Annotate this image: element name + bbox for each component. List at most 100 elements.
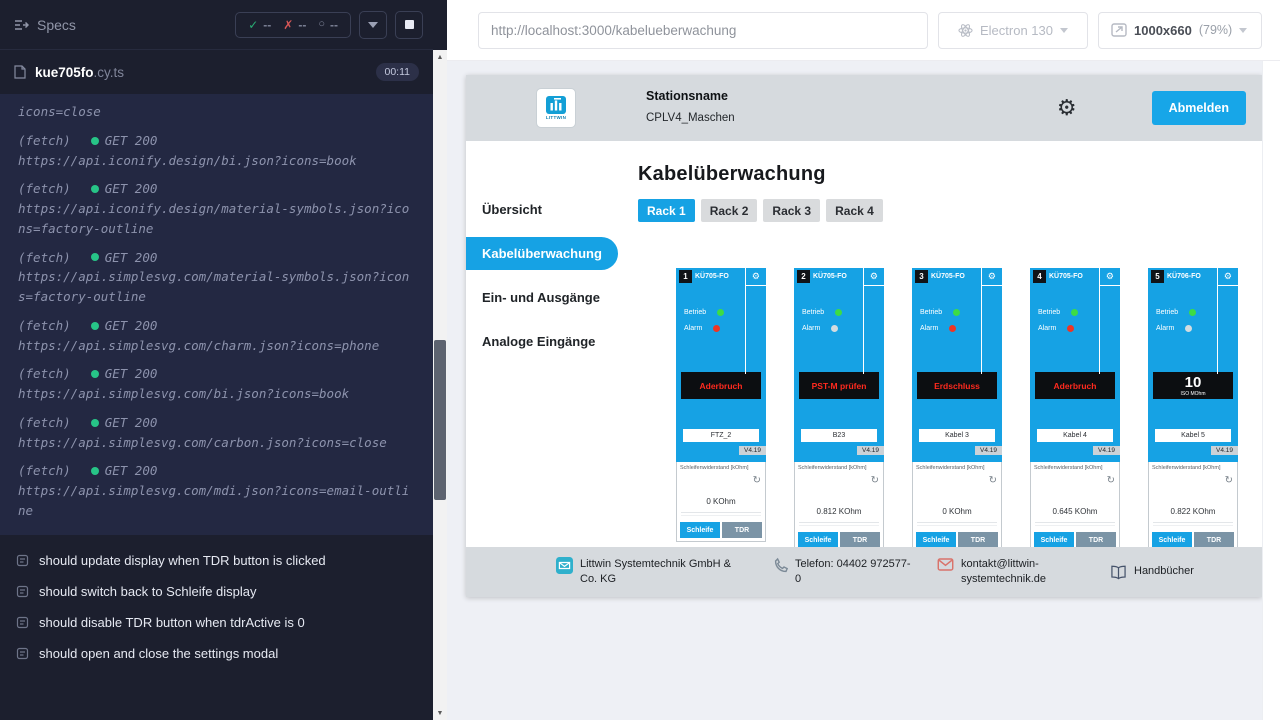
device-settings-gear-icon[interactable]: ⚙ [752,272,763,281]
scroll-down-icon[interactable]: ▼ [433,706,447,720]
viewport-zoom: (79%) [1199,23,1232,37]
aut-background: LITTWIN Stationsname CPLV4_Maschen ⚙ Abm… [447,60,1280,720]
device-settings-gear-icon[interactable]: ⚙ [1106,272,1117,281]
schleife-button[interactable]: Schleife [1034,532,1074,547]
tab-rack-4[interactable]: Rack 4 [826,199,883,222]
card-bottom: Schleifenwiderstand [kOhm] ↻ 0 KOhm Schl… [912,462,1002,547]
device-settings-gear-icon[interactable]: ⚙ [870,272,881,281]
betrieb-label: Betrieb [1038,309,1060,316]
spec-name[interactable]: kue705fo.cy.ts [35,65,124,80]
footer-item-book[interactable]: Handbücher [1110,564,1194,580]
rack-tabs: Rack 1 Rack 2Rack 3 Rack 4 [638,199,1262,222]
reporter-scrollbar[interactable]: ▲ ▼ [433,50,447,720]
card-divider [863,268,864,374]
status-text: PST-M prüfen [812,381,867,391]
test-item[interactable]: should update display when TDR button is… [0,545,433,576]
nav-item-ein-und-ausgaenge[interactable]: Ein- und Ausgänge [466,275,622,319]
browser-select[interactable]: Electron 130 [938,12,1088,49]
betrieb-label: Betrieb [920,309,942,316]
station-value: CPLV4_Maschen [646,112,735,124]
tab-rack-2[interactable]: Rack 2 [701,199,758,222]
device-model: KÜ705-FO [695,273,729,280]
test-doc-icon [16,554,29,567]
page-title: Kabelüberwachung [638,163,1262,186]
nav-item-uebersicht[interactable]: Übersicht [466,187,622,231]
nav-item-analoge-eingaenge[interactable]: Analoge Eingänge [466,319,622,363]
runner-pane: Electron 130 1000x660 (79%) LITTWIN St [447,0,1280,720]
nav-item-kabelueberwachung[interactable]: Kabelüberwachung [466,237,618,270]
test-title: should open and close the settings modal [39,646,278,661]
resistance-label: Schleifenwiderstand [kOhm] [680,465,762,471]
test-title: should update display when TDR button is… [39,553,326,568]
logout-button[interactable]: Abmelden [1152,91,1246,125]
viewport-select[interactable]: 1000x660 (79%) [1098,12,1262,49]
cable-name-field[interactable]: B23 [801,429,877,442]
collapse-button[interactable] [359,11,387,39]
status-unit: ISO MOhm [1180,391,1205,397]
scroll-up-icon[interactable]: ▲ [433,50,447,64]
littwin-logo: LITTWIN [536,88,576,128]
status-display: 10ISO MOhm [1153,372,1233,399]
test-item[interactable]: should disable TDR button when tdrActive… [0,607,433,638]
refresh-icon[interactable]: ↻ [753,476,761,486]
specs-menu[interactable]: Specs [14,17,76,33]
card-divider [746,285,766,286]
refresh-icon[interactable]: ↻ [871,476,879,486]
x-icon: ✗ [283,19,293,31]
refresh-icon[interactable]: ↻ [1107,476,1115,486]
divider [1035,522,1115,523]
footer-item-phone[interactable]: Telefon: 04402 972577-0 [772,557,913,587]
betrieb-led [1189,309,1196,316]
tdr-button[interactable]: TDR [958,532,998,547]
device-model: KÜ705-FO [813,273,847,280]
network-log-entry: (fetch)GET 200https://api.simplesvg.com/… [18,461,415,520]
settings-gear-icon[interactable]: ⚙ [1057,97,1077,119]
test-doc-icon [16,647,29,660]
cypress-window: Specs ✓--✗--○-- kue705fo.cy.ts 00:11 ico… [0,0,1280,720]
tdr-button[interactable]: TDR [840,532,880,547]
cable-name-field[interactable]: Kabel 3 [919,429,995,442]
device-settings-gear-icon[interactable]: ⚙ [1224,272,1235,281]
window-scrollbar[interactable] [1262,60,1280,720]
tdr-button[interactable]: TDR [722,522,762,538]
tdr-button[interactable]: TDR [1076,532,1116,547]
footer-text: Littwin Systemtechnik GmbH & Co. KG [580,557,748,587]
cable-name-field[interactable]: Kabel 5 [1155,429,1231,442]
cable-name-field[interactable]: Kabel 4 [1037,429,1113,442]
tab-rack-1[interactable]: Rack 1 [638,199,695,222]
card-divider [982,285,1002,286]
scrollbar-thumb[interactable] [434,340,446,500]
refresh-icon[interactable]: ↻ [989,476,997,486]
station-label: Stationsname [646,87,735,106]
schleife-button[interactable]: Schleife [1152,532,1192,547]
device-settings-gear-icon[interactable]: ⚙ [988,272,999,281]
status-display: PST-M prüfen [799,372,879,399]
card-top: 3 KÜ705-FO ⚙ Betrieb Alarm Erdschluss Ka… [912,268,1002,462]
footer-item-mail-outline[interactable]: kontakt@littwin-systemtechnik.de [937,557,1086,587]
url-input[interactable] [478,12,928,49]
schleife-button[interactable]: Schleife [798,532,838,547]
schleife-button[interactable]: Schleife [680,522,720,538]
firmware-version: V4.19 [975,446,1002,455]
schleife-button[interactable]: Schleife [916,532,956,547]
tab-rack-3[interactable]: Rack 3 [763,199,820,222]
divider [681,512,761,513]
chevron-down-icon [1239,28,1247,37]
app-sidebar: Übersicht Kabelüberwachung Ein- und Ausgän… [466,141,622,547]
refresh-icon[interactable]: ↻ [1225,476,1233,486]
test-item[interactable]: should switch back to Schleife display [0,576,433,607]
card-divider [1218,285,1238,286]
cable-name-field[interactable]: FTZ_2 [683,429,759,442]
stat-value: -- [298,18,306,32]
test-item[interactable]: should open and close the settings modal [0,638,433,669]
log-url: https://api.simplesvg.com/material-symbo… [18,267,415,307]
alarm-label: Alarm [1038,325,1056,332]
test-doc-icon [16,585,29,598]
footer-item-mail[interactable]: Littwin Systemtechnik GmbH & Co. KG [556,557,748,587]
success-dot-icon [91,419,99,427]
log-status: GET 200 [105,364,158,384]
alarm-led [831,325,838,332]
tdr-button[interactable]: TDR [1194,532,1234,547]
success-dot-icon [91,137,99,145]
stop-button[interactable] [395,11,423,39]
